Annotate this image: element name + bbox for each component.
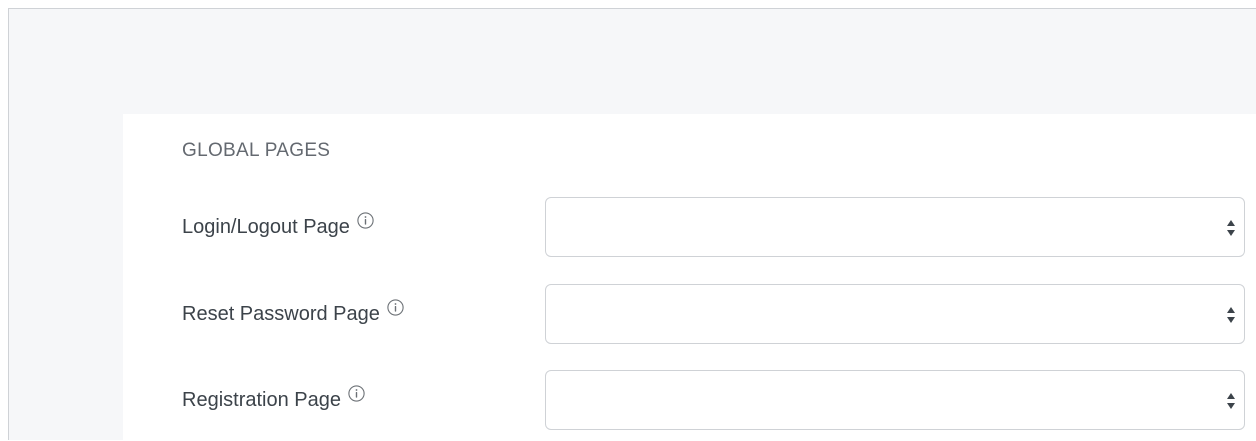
select-arrows-icon xyxy=(1227,307,1235,323)
section-heading: GLOBAL PAGES xyxy=(182,140,331,161)
field-row-login-logout: Login/Logout Page xyxy=(123,197,1256,257)
reset-password-page-label: Reset Password Page xyxy=(182,302,380,325)
settings-frame: GLOBAL PAGES Login/Logout Page Reset Pas… xyxy=(8,8,1256,441)
select-arrows-icon xyxy=(1227,220,1235,236)
reset-password-page-select[interactable] xyxy=(545,284,1245,344)
field-row-registration: Registration Page xyxy=(123,370,1256,430)
info-icon[interactable] xyxy=(348,384,365,402)
registration-page-label: Registration Page xyxy=(182,388,341,411)
field-row-reset-password: Reset Password Page xyxy=(123,284,1256,344)
field-label-wrap: Registration Page xyxy=(182,370,365,430)
global-pages-panel: GLOBAL PAGES Login/Logout Page Reset Pas… xyxy=(123,114,1256,441)
info-icon[interactable] xyxy=(357,211,374,229)
login-logout-page-select[interactable] xyxy=(545,197,1245,257)
select-arrows-icon xyxy=(1227,393,1235,409)
field-label-wrap: Login/Logout Page xyxy=(182,197,374,257)
info-icon[interactable] xyxy=(387,298,404,316)
field-label-wrap: Reset Password Page xyxy=(182,284,404,344)
registration-page-select[interactable] xyxy=(545,370,1245,430)
login-logout-page-label: Login/Logout Page xyxy=(182,215,350,238)
